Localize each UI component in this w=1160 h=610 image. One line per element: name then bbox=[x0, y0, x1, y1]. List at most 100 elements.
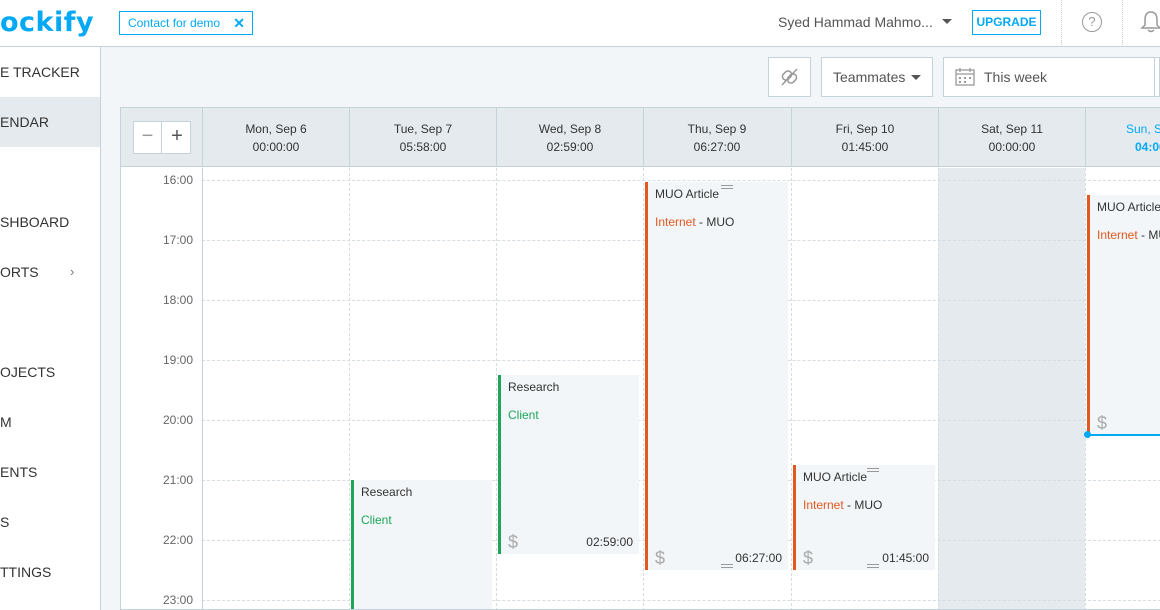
sidebar-item-reports[interactable]: ORTS › bbox=[0, 247, 100, 297]
calendar-header: − + Mon, Sep 6 00:00:00 Tue, Sep 7 05:58:0… bbox=[121, 108, 1160, 167]
entry-client-name: - MUO bbox=[695, 215, 735, 229]
drag-handle-icon[interactable] bbox=[721, 185, 733, 189]
date-range-label: This week bbox=[984, 69, 1048, 85]
sidebar-item-team[interactable]: M bbox=[0, 397, 100, 447]
sidebar-item-time-tracker[interactable]: E TRACKER bbox=[0, 47, 100, 97]
help-icon[interactable]: ? bbox=[1082, 12, 1102, 32]
time-entry-wed-research[interactable]: Research Client $ 02:59:00 bbox=[498, 375, 639, 554]
sidebar-item-tags[interactable]: S bbox=[0, 497, 100, 547]
teammates-label: Teammates bbox=[833, 69, 906, 85]
sidebar-item-label: S bbox=[0, 514, 10, 530]
entry-description: MUO Article bbox=[1097, 200, 1160, 214]
zoom-in-button[interactable]: + bbox=[163, 122, 191, 153]
day-name: Fri, Sep 10 bbox=[835, 122, 895, 136]
entry-client-name: - MUO bbox=[843, 498, 883, 512]
entry-project-name: Client bbox=[508, 408, 539, 422]
drag-handle-icon[interactable] bbox=[867, 468, 879, 472]
entry-project: Internet - MUO bbox=[803, 498, 882, 512]
calendar-grid[interactable]: 16:00 17:00 18:00 19:00 20:00 21:00 22:0… bbox=[121, 168, 1160, 609]
sync-button[interactable] bbox=[768, 57, 811, 97]
entry-description: Research bbox=[361, 485, 413, 499]
hour-label: 19:00 bbox=[162, 353, 193, 367]
hour-label: 17:00 bbox=[162, 233, 193, 247]
drag-handle-icon[interactable] bbox=[867, 564, 879, 568]
billable-dollar-icon[interactable]: $ bbox=[803, 548, 813, 569]
week-calendar: − + Mon, Sep 6 00:00:00 Tue, Sep 7 05:58:0… bbox=[120, 107, 1160, 610]
day-name: Sat, Sep 11 bbox=[981, 122, 1043, 136]
sidebar-item-label: ENTS bbox=[0, 464, 38, 480]
divider bbox=[1154, 58, 1155, 96]
sidebar-item-settings[interactable]: TTINGS bbox=[0, 547, 100, 597]
entry-project-name: Internet bbox=[1097, 228, 1138, 242]
contact-demo-chip[interactable]: Contact for demo ✕ bbox=[119, 11, 253, 35]
day-header-wed: Wed, Sep 8 02:59:00 bbox=[496, 108, 643, 167]
entry-project: Client bbox=[361, 513, 392, 527]
day-total: 01:45:00 bbox=[841, 140, 889, 154]
drag-handle-icon[interactable] bbox=[721, 564, 733, 568]
sidebar-item-dashboard[interactable]: SHBOARD bbox=[0, 197, 100, 247]
day-name: Thu, Sep 9 bbox=[687, 122, 747, 136]
sidebar-item-label: OJECTS bbox=[0, 364, 56, 380]
contact-demo-label: Contact for demo bbox=[128, 16, 221, 30]
time-entry-tue-research[interactable]: Research Client bbox=[351, 480, 492, 609]
day-header-sat: Sat, Sep 11 00:00:00 bbox=[938, 108, 1085, 167]
billable-dollar-icon[interactable]: $ bbox=[1097, 413, 1107, 434]
bell-icon[interactable] bbox=[1140, 10, 1160, 34]
column-divider bbox=[643, 168, 644, 609]
entry-project-name: Internet bbox=[655, 215, 696, 229]
entry-description: MUO Article bbox=[803, 470, 868, 484]
day-name: Sun, Sep 12 bbox=[1125, 122, 1160, 136]
sidebar-item-projects[interactable]: OJECTS bbox=[0, 347, 100, 397]
chevron-right-icon: › bbox=[70, 264, 75, 279]
column-divider bbox=[938, 168, 939, 609]
hour-label: 21:00 bbox=[162, 473, 193, 487]
hour-label: 16:00 bbox=[162, 173, 193, 187]
day-total: 04:00:00 bbox=[1134, 140, 1160, 154]
sidebar-item-clients[interactable]: ENTS bbox=[0, 447, 100, 497]
zoom-out-button[interactable]: − bbox=[134, 122, 162, 153]
hour-line bbox=[202, 600, 1160, 601]
entry-description: MUO Article bbox=[655, 187, 720, 201]
time-entry-thu-muo-article[interactable]: MUO Article Internet - MUO $ 06:27:00 bbox=[645, 182, 788, 570]
sidebar-item-label: TTINGS bbox=[0, 564, 52, 580]
entry-project: Client bbox=[508, 408, 539, 422]
day-total: 06:27:00 bbox=[693, 140, 741, 154]
day-header-tue: Tue, Sep 7 05:58:00 bbox=[349, 108, 496, 167]
billable-dollar-icon[interactable]: $ bbox=[655, 548, 665, 569]
date-range-picker[interactable]: This week bbox=[943, 57, 1160, 97]
day-total: 00:00:00 bbox=[252, 140, 300, 154]
entry-project-name: Client bbox=[361, 513, 392, 527]
divider bbox=[1122, 0, 1123, 47]
column-divider bbox=[791, 168, 792, 609]
unlink-icon bbox=[781, 68, 798, 86]
day-header-fri: Fri, Sep 10 01:45:00 bbox=[791, 108, 938, 167]
current-time-dot bbox=[1084, 431, 1091, 438]
entry-project: Internet - MUO bbox=[1097, 228, 1160, 242]
hour-label: 18:00 bbox=[162, 293, 193, 307]
calendar-icon bbox=[955, 68, 975, 86]
billable-dollar-icon[interactable]: $ bbox=[508, 532, 518, 553]
close-icon[interactable]: ✕ bbox=[233, 12, 245, 34]
caret-down-icon[interactable] bbox=[942, 19, 952, 24]
time-entry-fri-muo-article[interactable]: MUO Article Internet - MUO $ 01:45:00 bbox=[793, 465, 935, 570]
sidebar-item-label: ORTS bbox=[0, 264, 39, 280]
sidebar: E TRACKER ENDAR SHBOARD ORTS › OJECTS M E… bbox=[0, 47, 101, 610]
clockify-logo[interactable]: ockify bbox=[0, 7, 94, 38]
sidebar-item-calendar[interactable]: ENDAR bbox=[0, 97, 100, 147]
hour-label: 22:00 bbox=[162, 533, 193, 547]
day-header-sun: Sun, Sep 12 04:00:00 bbox=[1085, 108, 1160, 167]
sidebar-item-label: M bbox=[0, 414, 12, 430]
sidebar-item-label: SHBOARD bbox=[0, 214, 70, 230]
hour-line bbox=[202, 180, 1160, 181]
upgrade-button[interactable]: UPGRADE bbox=[972, 10, 1041, 35]
caret-down-icon bbox=[911, 75, 921, 80]
hour-label: 23:00 bbox=[162, 593, 193, 607]
current-time-line bbox=[1087, 434, 1160, 436]
day-name: Wed, Sep 8 bbox=[538, 122, 602, 136]
teammates-dropdown[interactable]: Teammates bbox=[821, 57, 933, 97]
day-header-thu: Thu, Sep 9 06:27:00 bbox=[643, 108, 790, 167]
hour-label: 20:00 bbox=[162, 413, 193, 427]
time-entry-sun-muo-article[interactable]: MUO Article Internet - MUO $ bbox=[1087, 195, 1160, 435]
user-menu[interactable]: Syed Hammad Mahmo... bbox=[778, 14, 933, 30]
day-total: 02:59:00 bbox=[546, 140, 594, 154]
